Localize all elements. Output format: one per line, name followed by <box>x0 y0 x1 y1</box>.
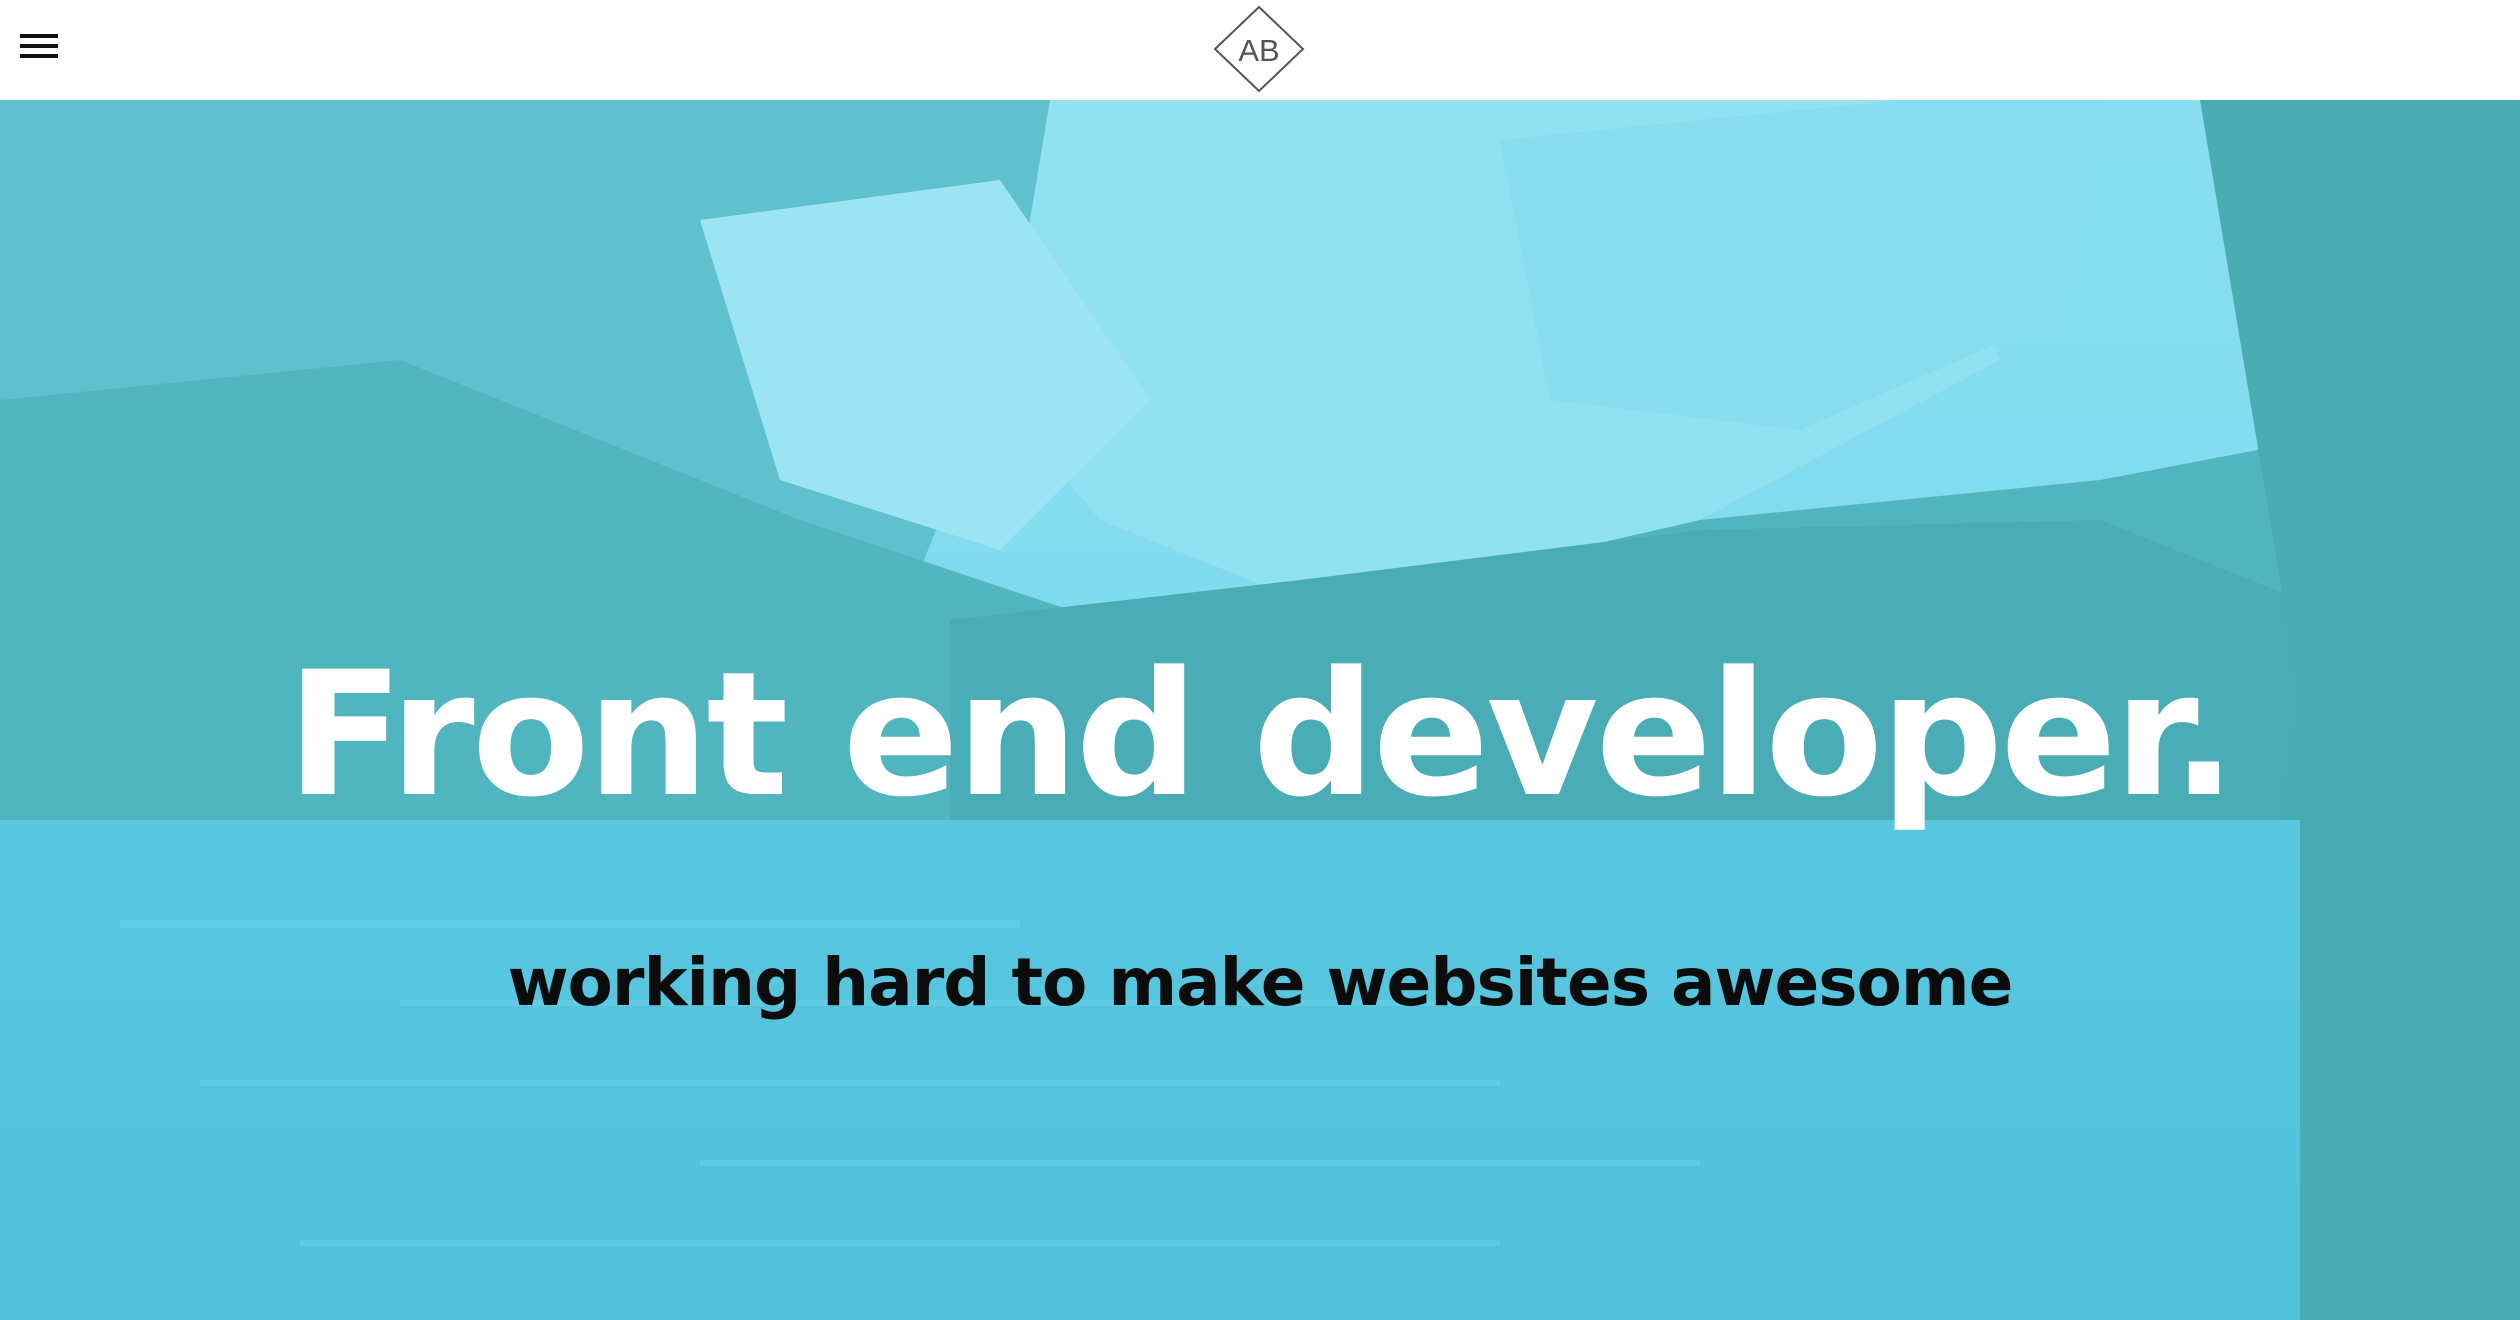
hero-title: Front end developer. <box>286 634 2236 835</box>
menu-line-middle <box>20 44 58 48</box>
top-header: AB <box>0 0 2520 100</box>
logo-diamond-icon: AB <box>1213 5 1305 93</box>
hamburger-menu-button[interactable] <box>20 32 60 62</box>
menu-line-top <box>20 34 58 38</box>
menu-line-bottom <box>20 54 58 58</box>
site-logo[interactable]: AB <box>1213 5 1305 93</box>
page: AB Front end developer. working hard to … <box>0 0 2520 1320</box>
logo-text: AB <box>1238 33 1279 68</box>
hero-subtitle: working hard to make websites awesome <box>507 944 2014 1021</box>
hero-section: Front end developer. working hard to mak… <box>0 100 2520 1320</box>
